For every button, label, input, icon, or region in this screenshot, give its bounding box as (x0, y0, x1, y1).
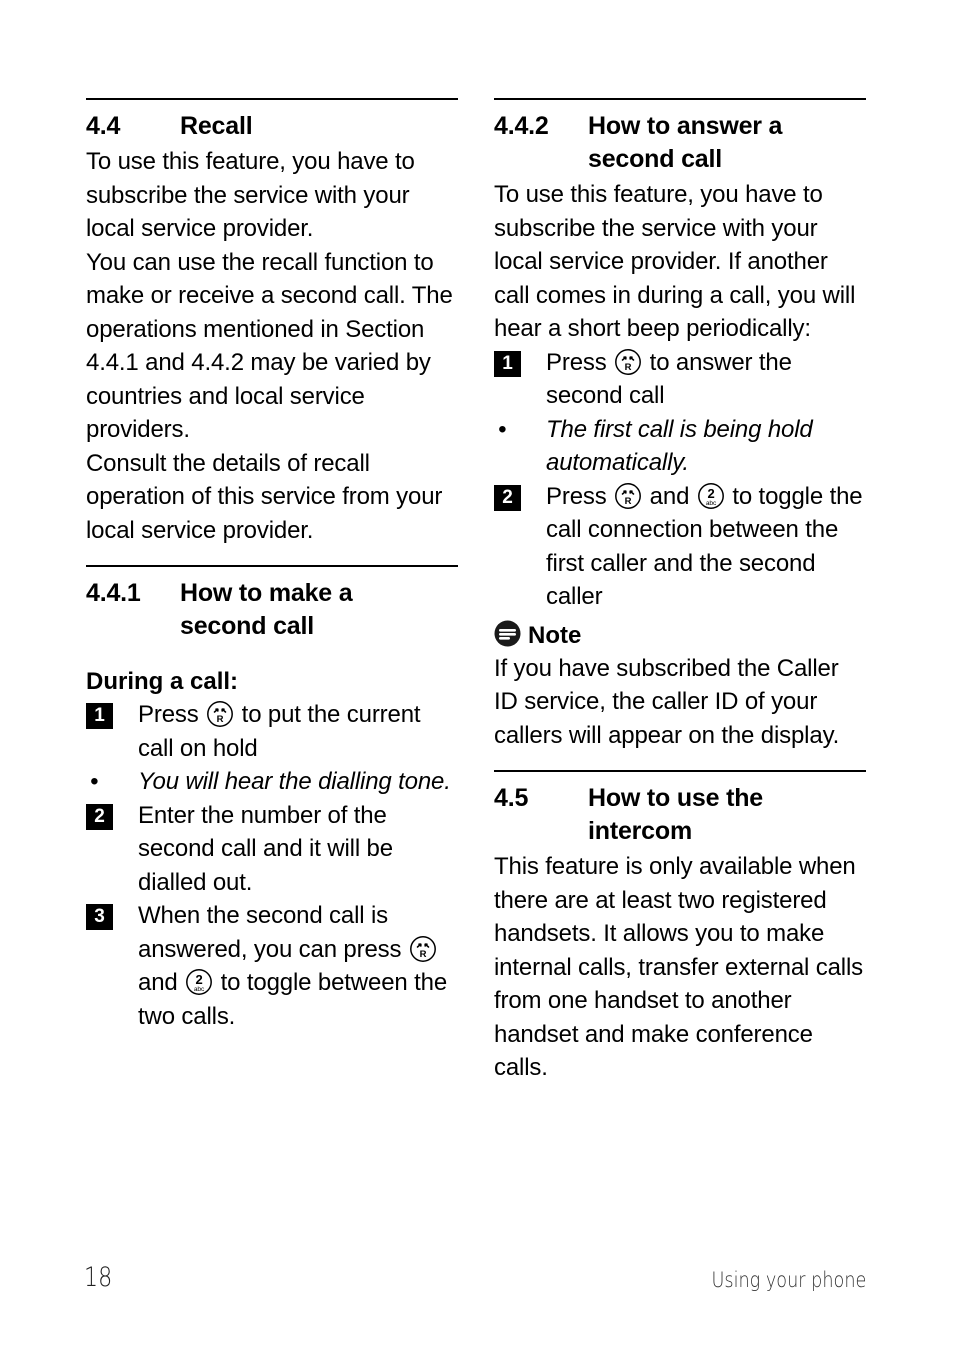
section-title: How to make a second call (180, 577, 458, 643)
section-title-line2: second call (180, 612, 314, 640)
section-title-line1: How to use the (588, 784, 763, 812)
two-abc-key-icon: 2 abc (697, 482, 725, 510)
note-text: If you have subscribed the Caller ID ser… (494, 654, 840, 749)
section-number: 4.4 (86, 112, 121, 140)
section-title-line1: How to make a (180, 579, 353, 607)
section-heading-4-5: 4.5 How to use the intercom (494, 782, 866, 848)
section-heading-4-4: 4.4 Recall (86, 110, 458, 143)
svg-text:R: R (420, 949, 427, 960)
step-text-middle: and (649, 482, 690, 510)
paragraph-4-4-2: To use this feature, you have to subscri… (494, 181, 856, 342)
list-item: • The first call is being hold automatic… (494, 413, 866, 480)
section-title: Recall (180, 112, 253, 140)
list-item: • You will hear the dialling tone. (86, 765, 458, 799)
step-text: Enter the number of the second call and … (138, 801, 393, 896)
bullet-text: You will hear the dialling tone. (138, 768, 451, 795)
section-rule-4-4-1 (86, 565, 458, 567)
recall-key-icon: R (206, 700, 234, 728)
section-number: 4.5 (494, 784, 529, 812)
step-badge: 2 (494, 484, 521, 511)
list-item: 3 When the second call is answered, you … (86, 899, 458, 1033)
svg-text:R: R (625, 496, 632, 507)
list-item: 1 Press R to put the current call on hol… (86, 698, 458, 765)
section-title: How to answer a second call (588, 110, 866, 176)
step-text-before: Press (546, 348, 607, 376)
note-heading: Note (494, 620, 866, 652)
bullet-marker: • (498, 415, 507, 443)
manual-page: 4.4 Recall To use this feature, you have… (0, 0, 954, 1350)
paragraph-4-4-2: You can use the recall function to make … (86, 248, 453, 444)
step-badge: 1 (86, 703, 113, 729)
two-abc-key-icon: 2 abc (185, 968, 213, 996)
section-title: How to use the intercom (588, 782, 866, 848)
list-item: 2 Enter the number of the second call an… (86, 799, 458, 900)
list-item: 1 Press R to answer the second call (494, 346, 866, 413)
paragraph-4-4-3: Consult the details of recall operation … (86, 449, 443, 544)
section-title-line2: intercom (588, 817, 692, 845)
svg-text:abc: abc (706, 500, 717, 507)
bullet-marker: • (90, 768, 99, 795)
section-heading-4-4-1: 4.4.1 How to make a second call (86, 577, 458, 643)
svg-text:2: 2 (196, 972, 203, 987)
step-text-before: When the second call is answered, you ca… (138, 902, 402, 963)
recall-key-icon: R (614, 482, 642, 510)
step-badge: 1 (494, 350, 521, 377)
left-column: 4.4 Recall To use this feature, you have… (86, 98, 458, 1033)
section-title-line1: How to answer a (588, 112, 783, 140)
page-footer: 18 Using your phone (0, 1262, 954, 1302)
svg-text:abc: abc (194, 986, 205, 993)
right-column: 4.4.2 How to answer a second call To use… (494, 98, 866, 1085)
section-rule-top-right (494, 98, 866, 100)
note-icon (494, 620, 521, 652)
svg-text:R: R (217, 714, 224, 725)
paragraph-4-4-1: To use this feature, you have to subscri… (86, 148, 415, 242)
section-number: 4.4.2 (494, 112, 549, 140)
step-text-before: Press (546, 482, 607, 510)
svg-text:2: 2 (707, 486, 714, 501)
footer-chapter-label: Using your phone (711, 1268, 866, 1292)
section-number: 4.4.1 (86, 579, 141, 607)
page-number: 18 (84, 1262, 113, 1293)
svg-text:R: R (625, 362, 632, 373)
recall-key-icon: R (614, 348, 642, 376)
step-badge: 2 (86, 803, 113, 830)
note-label: Note (528, 621, 582, 649)
recall-key-icon: R (409, 935, 437, 963)
section-rule-4-5 (494, 770, 866, 772)
bullet-text: The first call is being hold automatical… (546, 415, 813, 477)
step-text-before: Press (138, 701, 199, 728)
step-badge: 3 (86, 904, 113, 930)
section-title-line2: second call (588, 145, 722, 173)
subheading-during-a-call: During a call: (86, 668, 239, 695)
section-heading-4-4-2: 4.4.2 How to answer a second call (494, 110, 866, 176)
list-item: 2 Press R and 2 abc to toggle the call c… (494, 480, 866, 614)
paragraph-4-5: This feature is only available when ther… (494, 853, 863, 1081)
section-rule-top-left (86, 98, 458, 100)
step-text-middle: and (138, 969, 178, 996)
